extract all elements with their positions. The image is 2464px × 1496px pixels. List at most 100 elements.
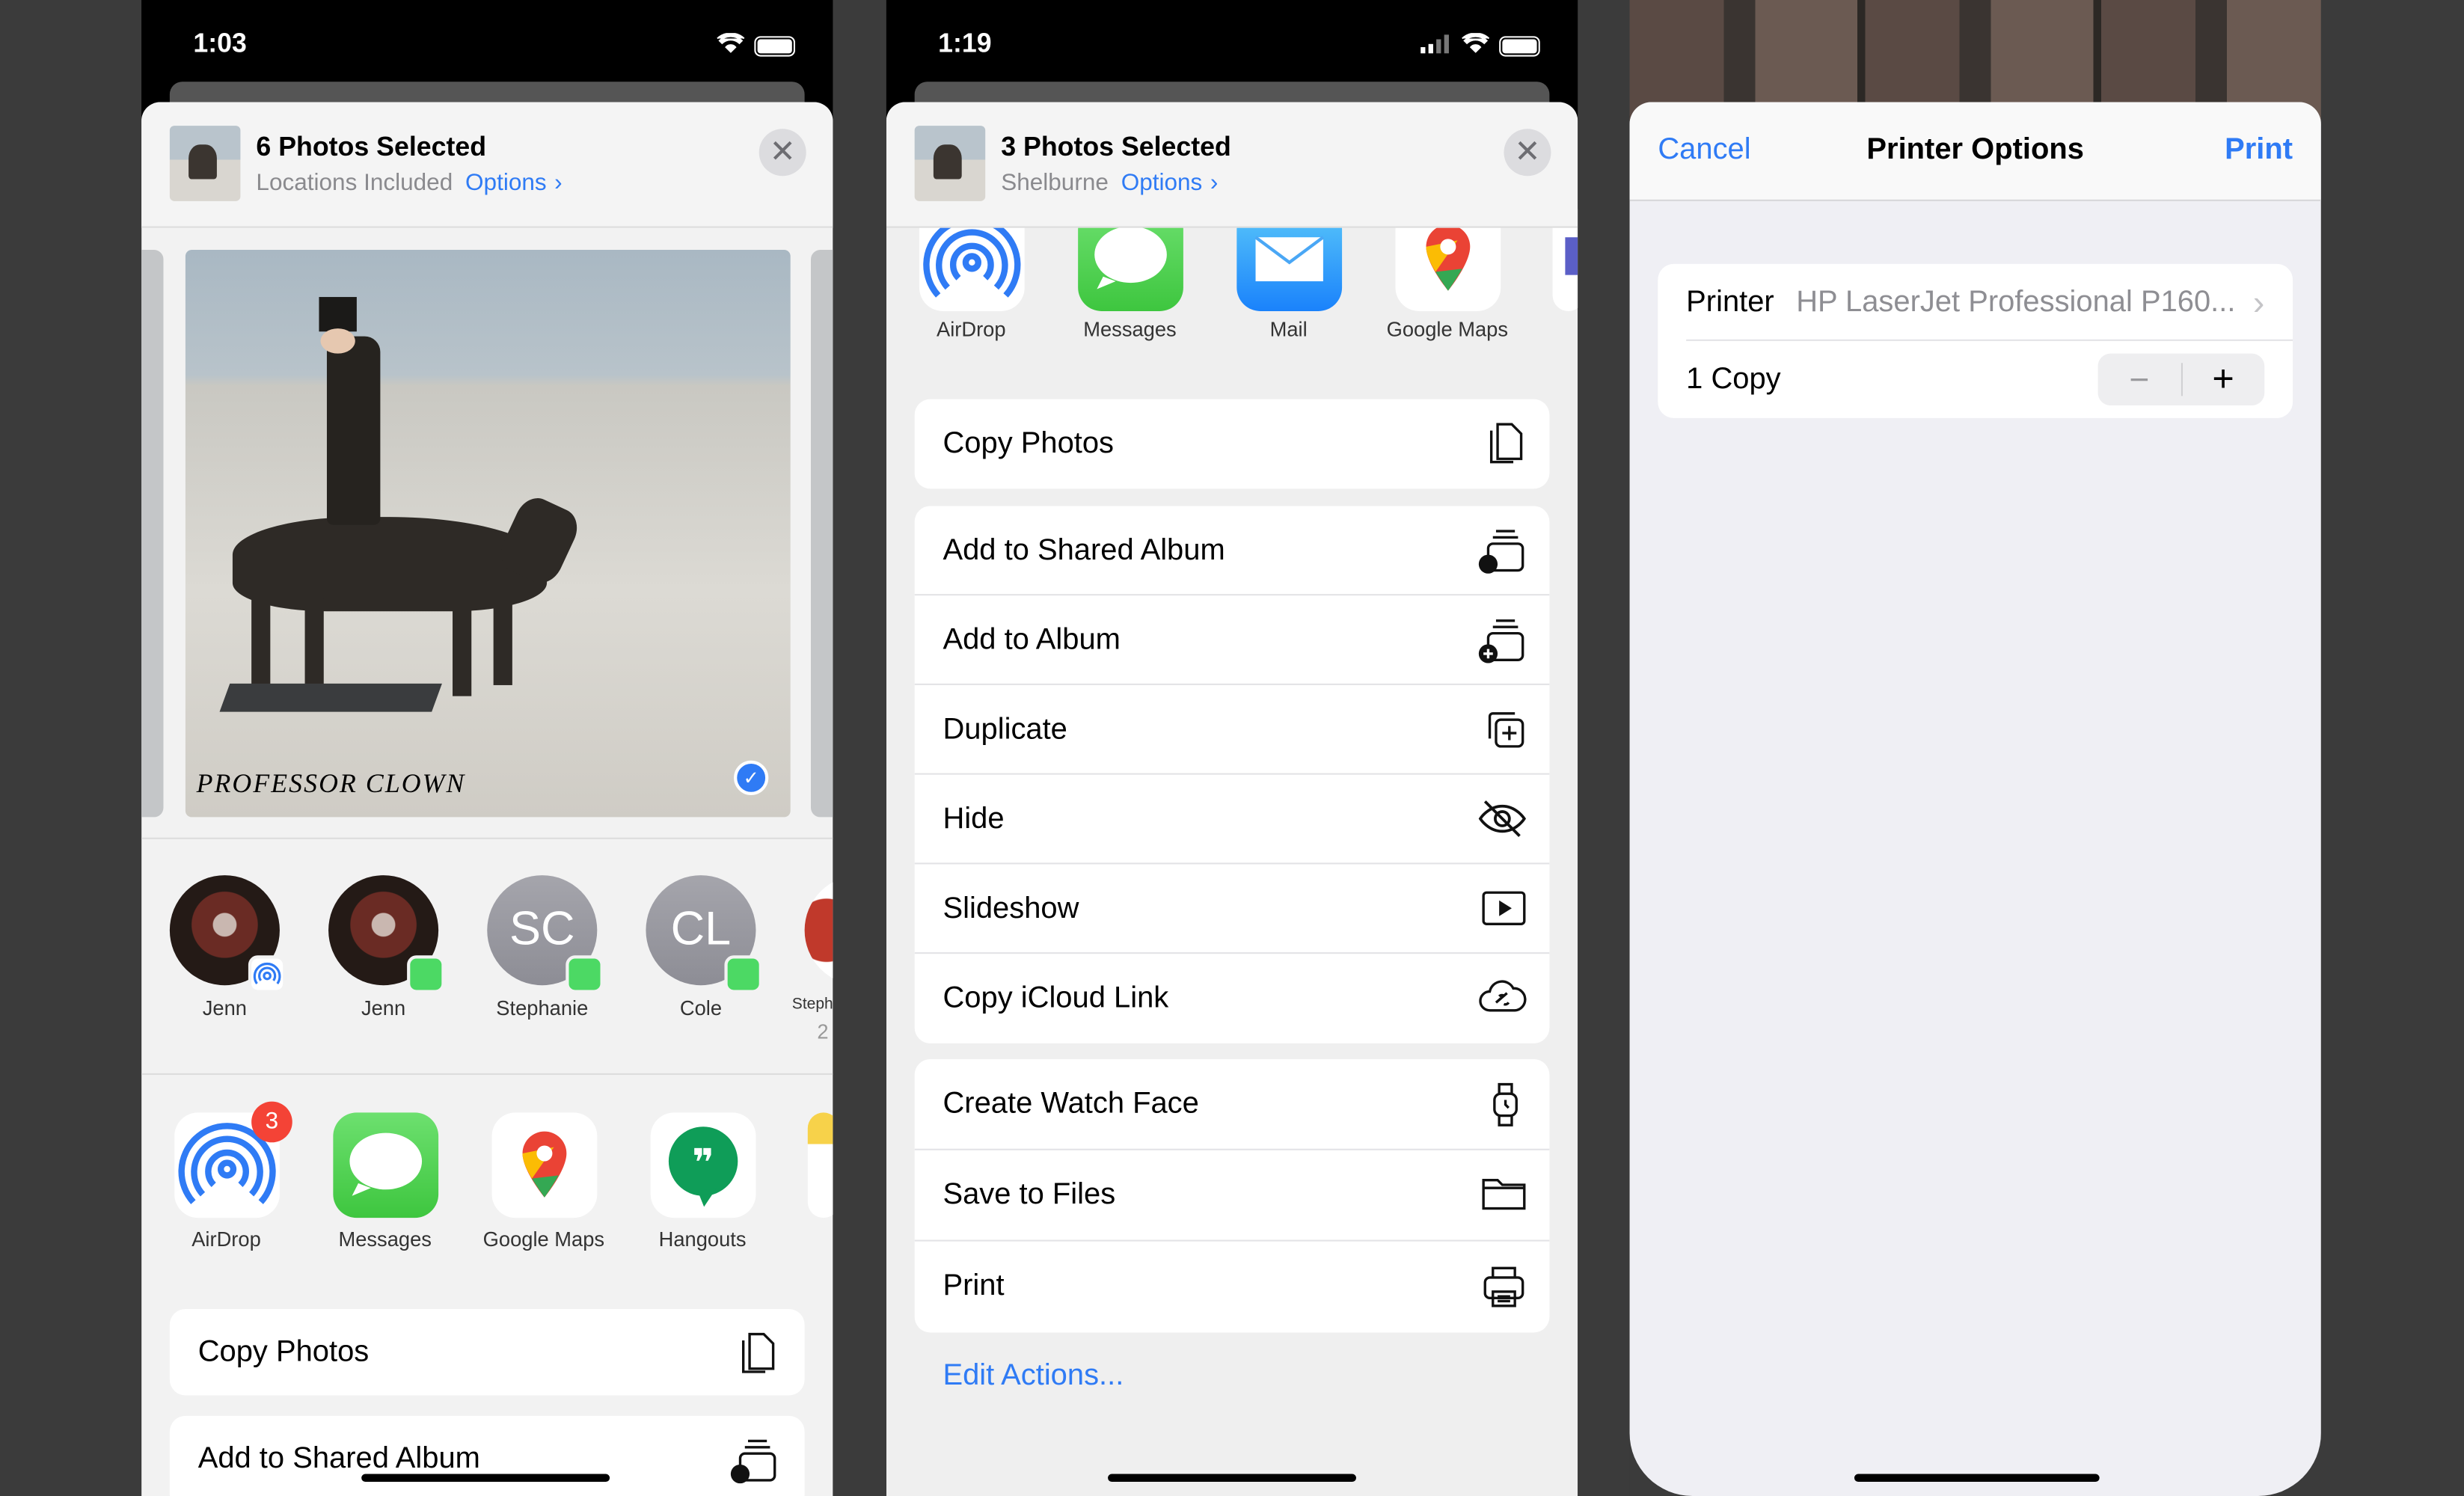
action-print[interactable]: Print <box>915 1242 1550 1333</box>
photo-professor-clown[interactable]: PROFESSOR CLOWN ✓ <box>185 250 791 818</box>
action-label: Hide <box>943 803 1005 836</box>
shared-album-icon <box>730 1439 776 1484</box>
person-name: Jenn <box>361 996 406 1020</box>
print-button[interactable]: Print <box>2225 134 2293 168</box>
app-label: Messages <box>1083 317 1177 341</box>
notification-badge: 3 <box>251 1101 292 1143</box>
printer-icon <box>1483 1266 1524 1308</box>
svg-text:❞: ❞ <box>692 1140 714 1184</box>
home-indicator[interactable] <box>1108 1474 1356 1483</box>
home-indicator[interactable] <box>1854 1474 2100 1483</box>
google-maps-icon <box>491 1112 598 1218</box>
wifi-icon <box>1462 30 1490 61</box>
share-header: 6 Photos Selected Locations Included Opti… <box>141 102 833 228</box>
home-indicator[interactable] <box>361 1474 610 1483</box>
cancel-button[interactable]: Cancel <box>1658 134 1750 168</box>
watch-icon <box>1493 1082 1518 1126</box>
action-label: Save to Files <box>943 1178 1116 1212</box>
status-bar: 1:03 <box>141 0 833 82</box>
selection-title: 6 Photos Selected <box>256 132 487 162</box>
folder-icon <box>1482 1179 1526 1210</box>
eye-slash-icon <box>1478 800 1527 837</box>
action-create-watch-face[interactable]: Create Watch Face <box>914 1059 1550 1150</box>
action-label: Duplicate <box>943 713 1067 747</box>
action-label: Slideshow <box>943 892 1079 926</box>
action-group-3: Create Watch Face Save to Files Print <box>914 1058 1550 1333</box>
action-add-to-shared-album[interactable]: Add to Shared Album <box>169 1415 805 1496</box>
app-label: AirDrop <box>936 317 1006 341</box>
action-slideshow[interactable]: Slideshow <box>914 864 1550 954</box>
app-label: AirDrop <box>191 1227 261 1251</box>
close-button[interactable]: ✕ <box>1504 129 1551 177</box>
status-bar: 1:19 <box>886 0 1578 82</box>
decrement-button[interactable]: − <box>2098 362 2182 396</box>
printer-settings-card: Printer HP LaserJet Professional P160...… <box>1658 263 2293 418</box>
play-icon <box>1482 891 1526 925</box>
messages-badge-icon <box>724 955 762 993</box>
photo-prev[interactable] <box>141 250 164 818</box>
action-label: Copy Photos <box>943 427 1115 461</box>
add-album-icon <box>1478 619 1524 663</box>
phone-share-sheet-2: 1:19 AirDrop Messages Mail Google Maps 3… <box>886 0 1578 1496</box>
selection-subtitle: Locations Included <box>256 169 453 197</box>
action-duplicate[interactable]: Duplicate <box>914 685 1550 775</box>
share-sheet: AirDrop Messages Mail Google Maps 3 Phot… <box>886 102 1578 1496</box>
battery-icon <box>1499 35 1540 56</box>
action-group-1: Copy Photos <box>914 399 1550 489</box>
airdrop-badge-icon <box>248 955 286 993</box>
person-extra: 2 <box>817 1020 829 1043</box>
action-copy-icloud-link[interactable]: Copy iCloud Link <box>915 954 1550 1043</box>
app-label: Google Maps <box>482 1227 605 1251</box>
action-add-to-album[interactable]: Add to Album <box>914 595 1550 685</box>
chevron-right-icon: › <box>1210 169 1219 197</box>
copies-label: 1 Copy <box>1686 363 1781 396</box>
edit-actions-link[interactable]: Edit Actions... <box>943 1359 1124 1394</box>
printer-options-sheet: Cancel Printer Options Print Printer HP … <box>1629 102 2321 1496</box>
copy-icon <box>741 1332 775 1373</box>
notes-icon[interactable] <box>807 1112 833 1218</box>
action-label: Add to Shared Album <box>943 534 1225 568</box>
printer-value: HP LaserJet Professional P160... <box>1796 286 2236 319</box>
close-button[interactable]: ✕ <box>758 129 806 177</box>
avatar <box>804 875 833 986</box>
status-time: 1:03 <box>193 28 247 58</box>
cloud-link-icon <box>1479 980 1527 1012</box>
printer-label: Printer <box>1686 286 1774 319</box>
cellular-icon <box>1421 30 1452 61</box>
action-save-to-files[interactable]: Save to Files <box>914 1150 1550 1242</box>
action-add-to-shared-album[interactable]: Add to Shared Album <box>914 506 1550 596</box>
action-label: Copy iCloud Link <box>943 982 1169 1016</box>
share-sheet: 6 Photos Selected Locations Included Opti… <box>141 102 833 1496</box>
messages-badge-icon <box>407 955 445 993</box>
selection-thumbnail <box>169 126 241 201</box>
printer-row[interactable]: Printer HP LaserJet Professional P160...… <box>1686 264 2293 341</box>
copies-stepper: − + <box>2097 353 2265 406</box>
person-name: Jenn <box>202 996 248 1020</box>
options-link[interactable]: Options <box>1121 170 1203 197</box>
action-hide[interactable]: Hide <box>914 775 1550 865</box>
selection-subtitle: Shelburne <box>1001 169 1109 197</box>
action-label: Print <box>943 1269 1005 1303</box>
increment-button[interactable]: + <box>2182 354 2264 405</box>
shared-album-icon <box>1478 530 1524 574</box>
action-label: Add to Shared Album <box>170 1416 805 1496</box>
app-label: Mail <box>1269 317 1308 341</box>
action-copy-photos[interactable]: Copy Photos <box>169 1308 805 1396</box>
chevron-right-icon: › <box>554 169 563 197</box>
copy-icon <box>1489 423 1523 464</box>
status-time: 1:19 <box>938 28 992 58</box>
action-copy-photos[interactable]: Copy Photos <box>915 399 1550 489</box>
selected-check-icon[interactable]: ✓ <box>734 760 769 796</box>
photo-next[interactable] <box>811 250 833 818</box>
action-label: Create Watch Face <box>943 1087 1199 1121</box>
nav-bar: Cancel Printer Options Print <box>1629 102 2321 201</box>
app-label: Google Maps <box>1386 317 1509 341</box>
wifi-icon <box>717 30 745 61</box>
options-link[interactable]: Options <box>465 170 547 197</box>
selection-title: 3 Photos Selected <box>1001 132 1231 162</box>
person-name: Stephanie <box>496 996 589 1020</box>
duplicate-icon <box>1488 712 1524 748</box>
app-label: Messages <box>338 1227 432 1251</box>
action-label: Copy Photos <box>170 1309 805 1396</box>
phone-share-sheet-1: 1:03 6 Photos Selected Locations Include… <box>141 0 833 1496</box>
